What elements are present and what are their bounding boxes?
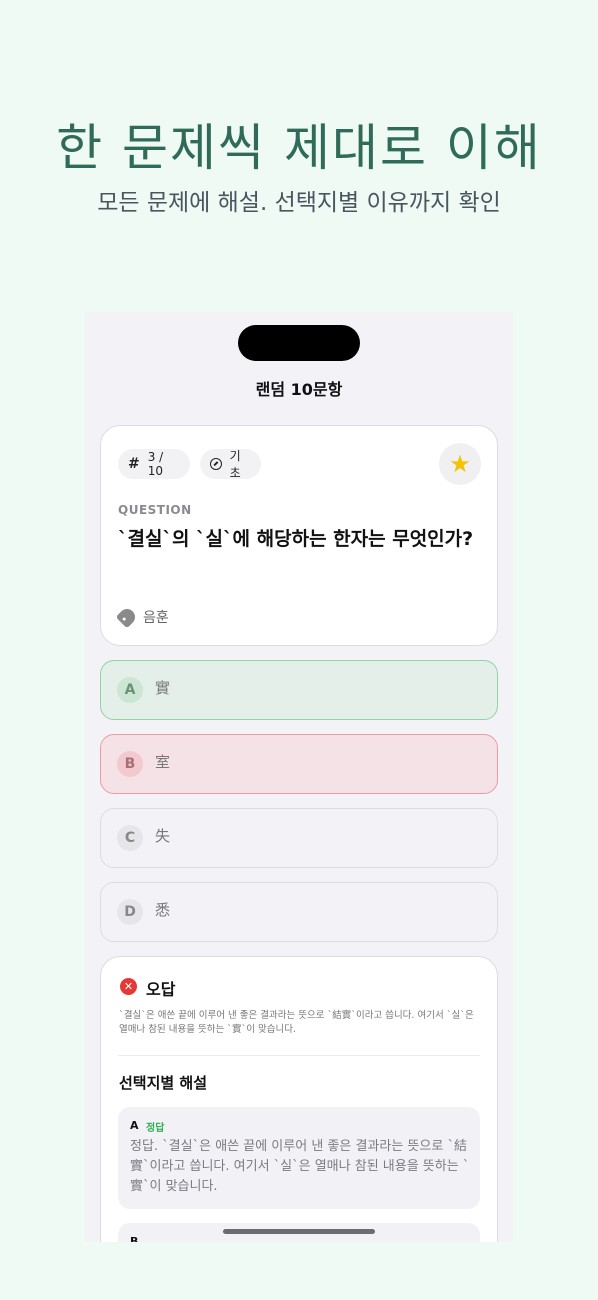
option-text: 實 (155, 679, 171, 697)
option-text: 悉 (155, 901, 171, 919)
bookmark-star-button[interactable]: ★ (439, 443, 481, 485)
question-card: # 3 / 10 기초 ★ QUESTION `결실`의 `실`에 해당하는 한… (100, 425, 498, 646)
correct-badge: 정답 (146, 1123, 165, 1134)
level-chip: 기초 (200, 449, 261, 480)
option-b[interactable]: B 室 (100, 734, 498, 794)
level-label: 기초 (229, 449, 241, 480)
choice-explanation-text: 정답. `결실`은 애쓴 끝에 이루어 낸 좋은 결과라는 뜻으로 `結實`이라… (130, 1139, 470, 1194)
option-c[interactable]: C 失 (100, 808, 498, 868)
tag-icon (115, 605, 139, 629)
hash-icon: # (128, 456, 140, 472)
choice-letter: A (130, 1119, 139, 1132)
option-text: 室 (155, 753, 171, 771)
question-number: 3 / 10 (147, 450, 164, 478)
question-text: `결실`의 `실`에 해당하는 한자는 무엇인가? (118, 528, 474, 550)
explanation-summary: `결실`은 애쓴 끝에 이루어 낸 좋은 결과라는 뜻으로 `結實`이라고 씁니… (119, 1010, 474, 1035)
star-icon: ★ (449, 450, 471, 478)
question-tag: 음훈 (115, 605, 169, 629)
nav-title: 랜덤 10문항 (255, 380, 343, 399)
gauge-icon (210, 458, 222, 470)
option-letter: A (117, 677, 143, 703)
question-label: QUESTION (118, 503, 192, 517)
option-letter: C (117, 825, 143, 851)
choice-letter: B (130, 1235, 139, 1242)
wrong-x-icon: ✕ (120, 978, 137, 995)
hero-subtitle: 모든 문제에 해설. 선택지별 이유까지 확인 (97, 190, 501, 216)
option-a[interactable]: A 實 (100, 660, 498, 720)
option-letter: D (117, 899, 143, 925)
result-label: 오답 (146, 980, 176, 999)
tag-label: 음훈 (143, 610, 169, 626)
phone-screen: 랜덤 10문항 # 3 / 10 기초 ★ QUESTION `결실`의 `실`… (85, 312, 513, 1242)
choice-explanation-a: A 정답 정답. `결실`은 애쓴 끝에 이루어 낸 좋은 결과라는 뜻으로 `… (118, 1107, 480, 1209)
option-text: 失 (155, 827, 171, 845)
choice-explanations-title: 선택지별 해설 (119, 1074, 208, 1092)
hero-title: 한 문제씩 제대로 이해 (56, 119, 542, 177)
option-d[interactable]: D 悉 (100, 882, 498, 942)
explanation-card: ✕ 오답 `결실`은 애쓴 끝에 이루어 낸 좋은 결과라는 뜻으로 `結實`이… (100, 956, 498, 1242)
dynamic-island (238, 325, 360, 361)
divider (118, 1055, 480, 1056)
option-letter: B (117, 751, 143, 777)
question-number-chip: # 3 / 10 (118, 449, 190, 479)
home-indicator[interactable] (223, 1229, 375, 1234)
